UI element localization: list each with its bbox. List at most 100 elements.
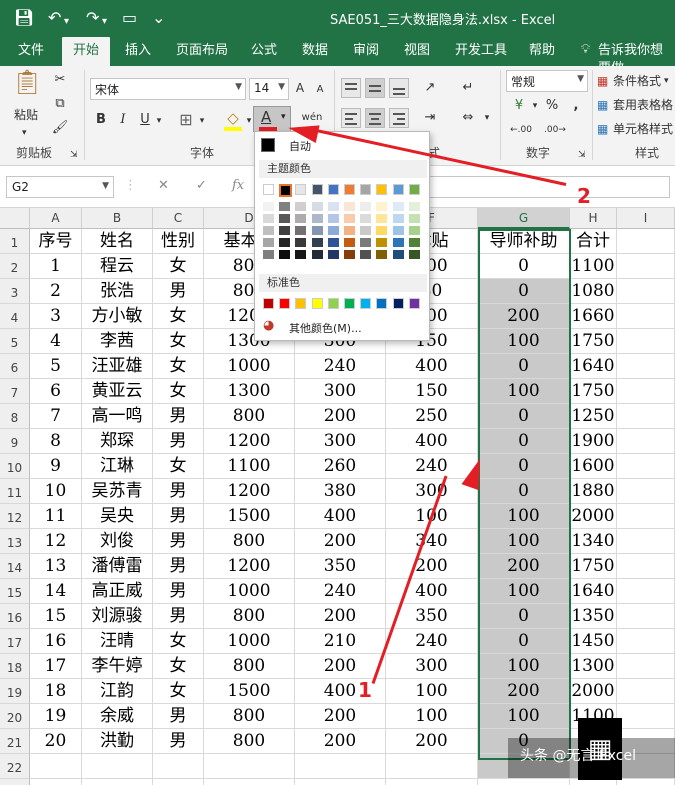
cell-style-button[interactable]: 单元格样式 bbox=[613, 120, 673, 138]
cancel-icon[interactable]: ✕ bbox=[158, 178, 169, 193]
table-cell[interactable] bbox=[478, 779, 570, 785]
menu-home[interactable]: 开始 bbox=[62, 37, 111, 66]
decrease-font-icon[interactable]: A bbox=[312, 80, 328, 100]
color-swatch[interactable] bbox=[344, 250, 355, 259]
color-swatch[interactable] bbox=[376, 238, 388, 247]
color-swatch[interactable] bbox=[327, 238, 339, 247]
table-cell[interactable]: 800 bbox=[204, 404, 295, 429]
table-cell[interactable]: 李茜 bbox=[82, 329, 153, 354]
table-cell[interactable]: 210 bbox=[295, 629, 386, 654]
column-header-b[interactable]: B bbox=[82, 208, 153, 229]
row-header[interactable]: 8 bbox=[0, 404, 30, 429]
table-cell[interactable]: 200 bbox=[295, 529, 386, 554]
color-swatch[interactable] bbox=[263, 226, 274, 235]
table-cell[interactable]: 1500 bbox=[204, 679, 295, 704]
paste-icon[interactable]: 📋︎ bbox=[10, 70, 44, 102]
table-cell[interactable]: 0 bbox=[478, 279, 570, 304]
table-format-button[interactable]: 套用表格格 bbox=[613, 96, 673, 114]
table-cell[interactable]: 300 bbox=[295, 429, 386, 454]
table-cell[interactable] bbox=[617, 479, 675, 504]
table-cell[interactable]: 吴苏青 bbox=[82, 479, 153, 504]
font-color-button[interactable]: A ▾ bbox=[253, 106, 291, 132]
header-cell[interactable]: 性别 bbox=[153, 229, 204, 254]
conditional-format-button[interactable]: 条件格式 bbox=[613, 72, 661, 90]
row-header[interactable]: 14 bbox=[0, 554, 30, 579]
conditional-format-dropdown-icon[interactable]: ▾ bbox=[664, 72, 669, 90]
table-cell[interactable]: 男 bbox=[153, 429, 204, 454]
currency-dropdown-icon[interactable]: ▾ bbox=[530, 96, 540, 116]
table-cell[interactable]: 1 bbox=[30, 254, 82, 279]
color-swatch[interactable] bbox=[279, 202, 291, 211]
table-cell[interactable]: 1750 bbox=[570, 329, 617, 354]
border-icon[interactable]: ⊞ bbox=[176, 110, 196, 130]
increase-decimal-icon[interactable]: ←.00 bbox=[506, 120, 536, 140]
border-dropdown-icon[interactable]: ▾ bbox=[197, 111, 207, 131]
table-cell[interactable] bbox=[617, 604, 675, 629]
column-header-i[interactable]: I bbox=[617, 208, 675, 229]
table-cell[interactable]: 男 bbox=[153, 529, 204, 554]
table-cell[interactable]: 1450 bbox=[570, 629, 617, 654]
column-header-h[interactable]: H bbox=[570, 208, 617, 229]
table-cell[interactable]: 7 bbox=[30, 404, 82, 429]
color-swatch[interactable] bbox=[392, 214, 404, 223]
table-cell[interactable]: 0 bbox=[478, 479, 570, 504]
color-swatch[interactable] bbox=[376, 184, 388, 195]
color-swatch[interactable] bbox=[408, 226, 420, 235]
confirm-icon[interactable]: ✓ bbox=[196, 178, 207, 193]
table-cell[interactable] bbox=[617, 379, 675, 404]
table-cell[interactable]: 洪勤 bbox=[82, 729, 153, 754]
color-swatch[interactable] bbox=[360, 226, 372, 235]
color-swatch[interactable] bbox=[344, 184, 355, 195]
underline-button[interactable]: U bbox=[136, 110, 154, 130]
row-header[interactable]: 7 bbox=[0, 379, 30, 404]
color-swatch[interactable] bbox=[360, 250, 372, 259]
table-cell[interactable]: 350 bbox=[295, 554, 386, 579]
table-cell[interactable]: 300 bbox=[386, 654, 478, 679]
table-cell[interactable]: 男 bbox=[153, 504, 204, 529]
table-cell[interactable]: 1750 bbox=[570, 379, 617, 404]
color-swatch[interactable] bbox=[376, 226, 388, 235]
column-header-g[interactable]: G bbox=[478, 208, 570, 229]
table-cell[interactable] bbox=[153, 754, 204, 779]
menu-review[interactable]: 审阅 bbox=[353, 42, 379, 60]
decrease-decimal-icon[interactable]: .00→ bbox=[540, 120, 570, 140]
table-cell[interactable]: 1200 bbox=[204, 554, 295, 579]
cut-icon[interactable]: ✂ bbox=[50, 70, 70, 90]
color-swatch[interactable] bbox=[295, 226, 307, 235]
wrap-text-icon[interactable]: ↵ bbox=[458, 78, 478, 98]
table-cell[interactable]: 女 bbox=[153, 654, 204, 679]
table-cell[interactable]: 150 bbox=[386, 379, 478, 404]
color-swatch[interactable] bbox=[263, 250, 274, 259]
color-swatch[interactable] bbox=[408, 214, 420, 223]
table-cell[interactable]: 200 bbox=[478, 304, 570, 329]
table-cell[interactable]: 100 bbox=[478, 704, 570, 729]
color-swatch[interactable] bbox=[263, 184, 274, 195]
align-right-button[interactable] bbox=[389, 108, 409, 128]
redo-icon[interactable]: ↷ bbox=[86, 8, 99, 28]
table-cell[interactable] bbox=[204, 754, 295, 779]
table-cell[interactable]: 1080 bbox=[570, 279, 617, 304]
fill-color-icon[interactable]: ◇ bbox=[222, 108, 244, 128]
table-cell[interactable]: 800 bbox=[204, 704, 295, 729]
menu-view[interactable]: 视图 bbox=[404, 42, 430, 60]
auto-color-swatch[interactable] bbox=[261, 138, 275, 152]
italic-button[interactable]: I bbox=[114, 110, 132, 130]
table-cell[interactable] bbox=[617, 329, 675, 354]
table-cell[interactable]: 男 bbox=[153, 729, 204, 754]
table-cell[interactable] bbox=[30, 754, 82, 779]
table-cell[interactable]: 1340 bbox=[570, 529, 617, 554]
color-swatch[interactable] bbox=[327, 214, 339, 223]
table-cell[interactable]: 100 bbox=[478, 579, 570, 604]
align-left-button[interactable] bbox=[341, 108, 361, 128]
table-cell[interactable]: 2000 bbox=[570, 679, 617, 704]
table-cell[interactable]: 800 bbox=[204, 604, 295, 629]
color-swatch[interactable] bbox=[392, 238, 404, 247]
table-cell[interactable]: 高正威 bbox=[82, 579, 153, 604]
row-header[interactable]: 21 bbox=[0, 729, 30, 754]
table-cell[interactable]: 1750 bbox=[570, 554, 617, 579]
copy-icon[interactable]: ⧉ bbox=[50, 94, 70, 114]
table-cell[interactable]: 240 bbox=[295, 579, 386, 604]
table-cell[interactable]: 1350 bbox=[570, 604, 617, 629]
color-swatch[interactable] bbox=[311, 202, 323, 211]
table-cell[interactable]: 0 bbox=[478, 604, 570, 629]
